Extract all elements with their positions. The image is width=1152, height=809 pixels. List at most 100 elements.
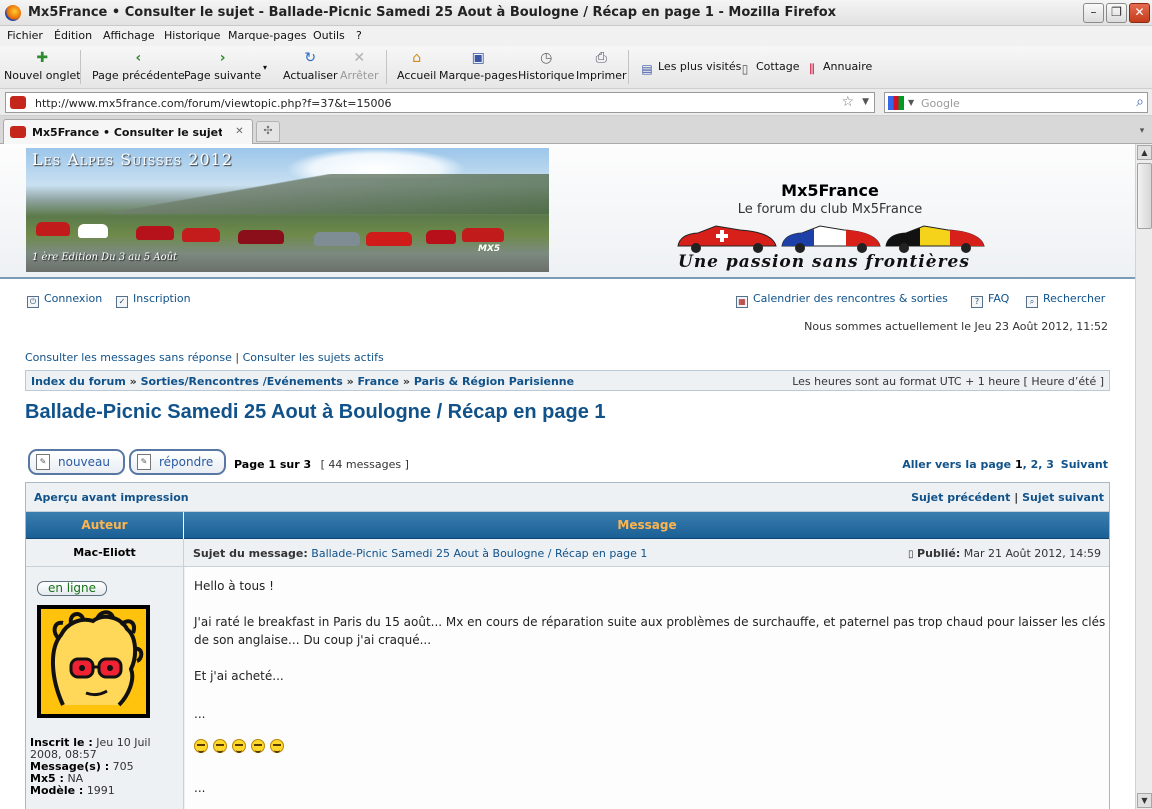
author-meta: Inscrit le : Jeu 10 Juil 2008, 08:57 Mes… [30,736,151,797]
menu-historique[interactable]: Historique [164,29,220,42]
post-subject-link[interactable]: Ballade-Picnic Samedi 25 Aout à Boulogne… [311,547,647,560]
menu-fichier[interactable]: Fichier [7,29,43,42]
bookmark-cottage[interactable]: ▯ Cottage [738,60,800,76]
url-dropdown-icon[interactable]: ▼ [862,97,869,107]
link-separator: | [235,351,240,364]
table-header: Auteur Message [26,512,1109,539]
reload-icon: ↻ [304,50,317,66]
stop-button[interactable]: ✕ Arrêter [340,50,379,82]
url-text: http://www.mx5france.com/forum/viewtopic… [35,97,392,110]
search-engine-dropdown-icon[interactable]: ▼ [908,98,914,107]
bookmark-most-visited[interactable]: ▤ Les plus visités [640,60,741,76]
toolbar-separator [628,50,629,84]
new-topic-button[interactable]: ✎ nouveau [28,449,125,475]
page-3-link[interactable]: 3 [1046,458,1054,471]
unanswered-link[interactable]: Consulter les messages sans réponse [25,351,232,364]
header-banner[interactable]: Les Alpes Suisses 2012 1 ère Edition Du … [26,148,549,272]
reply-button[interactable]: ✎ répondre [129,449,226,475]
bookmark-folder-icon: ▤ [641,62,653,76]
print-button[interactable]: ⎙ Imprimer [576,50,627,82]
google-icon[interactable] [888,96,904,110]
reload-button[interactable]: ↻ Actualiser [283,50,338,82]
topic-table: Aperçu avant impression Sujet précédent … [25,482,1110,809]
tab-bar: Mx5France • Consulter le sujet - Ball...… [0,116,1152,144]
faq-link[interactable]: ? FAQ [971,292,1009,308]
next-page-link[interactable]: Suivant [1061,458,1108,471]
maximize-button[interactable]: ❐ [1106,3,1127,23]
current-datetime: Nous sommes actuellement le Jeu 23 Août … [804,320,1108,333]
tab-list-dropdown[interactable]: ▾ [1134,122,1150,140]
breadcrumb-path: Index du forum » Sorties/Rencontres /Evé… [31,375,575,388]
search-link[interactable]: ⌕ Rechercher [1026,292,1105,308]
scroll-up-icon[interactable]: ▲ [1137,145,1152,160]
forward-button[interactable]: › Page suivante [184,50,261,82]
belgian-car [885,225,985,253]
history-button[interactable]: ◷ Historique [518,50,574,82]
active-topics-link[interactable]: Consulter les sujets actifs [243,351,384,364]
menu-bar: Fichier Édition Affichage Historique Mar… [0,26,1152,46]
smiley-icon [194,739,208,753]
home-button[interactable]: ⌂ Accueil [397,50,436,82]
bookmark-annuaire[interactable]: ⫼ Annuaire [805,60,872,76]
minimize-button[interactable]: – [1083,3,1104,23]
next-topic-link[interactable]: Sujet suivant [1022,491,1104,504]
bookmarks-icon: ▣ [471,50,485,66]
forward-history-dropdown[interactable]: ▾ [263,60,267,73]
banner-caption: 1 ère Edition Du 3 au 5 Août [32,252,178,263]
scroll-down-icon[interactable]: ▼ [1137,793,1152,808]
crumb-paris[interactable]: Paris & Région Parisienne [414,375,574,388]
forum-header: Les Alpes Suisses 2012 1 ère Edition Du … [0,144,1135,279]
toolbar-separator [386,50,387,84]
new-tab-button[interactable]: ✚ Nouvel onglet [4,50,81,82]
search-placeholder: Google [921,97,960,110]
back-arrow-icon: ‹ [135,50,142,66]
menu-edition[interactable]: Édition [54,29,92,42]
topic-title[interactable]: Ballade-Picnic Samedi 25 Aout à Boulogne… [25,401,606,424]
scroll-thumb[interactable] [1137,163,1152,229]
page-info: Page 1 sur 3 [ 44 messages ] [234,458,409,471]
topic-actions-row: Aperçu avant impression Sujet précédent … [26,483,1109,512]
swiss-car [677,225,777,253]
message-count: [ 44 messages ] [320,458,409,471]
window-title: Mx5France • Consulter le sujet - Ballade… [28,5,837,20]
post-author[interactable]: Mac-Eliott [26,539,184,567]
site-slogan: Une passion sans frontières [678,252,970,272]
tab-current[interactable]: Mx5France • Consulter le sujet - Ball...… [3,119,253,144]
calendar-link[interactable]: ▦ Calendrier des rencontres & sorties [736,292,948,308]
address-bar-row: http://www.mx5france.com/forum/viewtopic… [0,89,1152,116]
crumb-index[interactable]: Index du forum [31,375,126,388]
flag-cars-logo [677,225,985,253]
page-icon: ▯ [741,62,749,76]
page-2-link[interactable]: 2 [1031,458,1039,471]
avatar-image [41,609,146,714]
url-input[interactable]: http://www.mx5france.com/forum/viewtopic… [5,92,875,113]
menu-help[interactable]: ? [356,29,362,42]
new-tab-button[interactable]: ✣ [256,121,280,142]
bookmark-star-icon[interactable]: ☆ [841,94,854,110]
post-icon[interactable]: ▯ [908,549,914,560]
navigation-toolbar: ✚ Nouvel onglet ‹ Page précédente › Page su… [0,46,1152,89]
menu-affichage[interactable]: Affichage [103,29,155,42]
help-icon: ? [971,296,983,308]
close-tab-icon[interactable]: ✕ [232,124,247,139]
search-icon[interactable]: ⌕ [1136,94,1144,110]
window-titlebar: Mx5France • Consulter le sujet - Ballade… [0,0,1152,26]
prev-topic-link[interactable]: Sujet précédent [911,491,1010,504]
bookmarks-button[interactable]: ▣ Marque-pages [439,50,517,82]
close-button[interactable]: ✕ [1129,3,1150,23]
print-preview-link[interactable]: Aperçu avant impression [34,491,189,504]
back-button[interactable]: ‹ Page précédente [92,50,185,82]
post-date: ▯ Publié: Mar 21 Août 2012, 14:59 [908,547,1101,560]
menu-outils[interactable]: Outils [313,29,345,42]
register-link[interactable]: ✓ Inscription [116,292,191,308]
stop-icon: ✕ [353,50,366,66]
crumb-france[interactable]: France [358,375,399,388]
mx5-logo: MX5 [478,244,501,254]
menu-marque-pages[interactable]: Marque-pages [228,29,306,42]
crumb-sorties[interactable]: Sorties/Rencontres /Evénements [141,375,343,388]
post-line: ... [194,707,206,721]
login-link[interactable]: ⏻ Connexion [27,292,102,308]
search-input[interactable]: ▼ Google ⌕ [884,92,1148,113]
vertical-scrollbar[interactable]: ▲ ▼ [1135,144,1152,809]
power-icon: ⏻ [27,296,39,308]
